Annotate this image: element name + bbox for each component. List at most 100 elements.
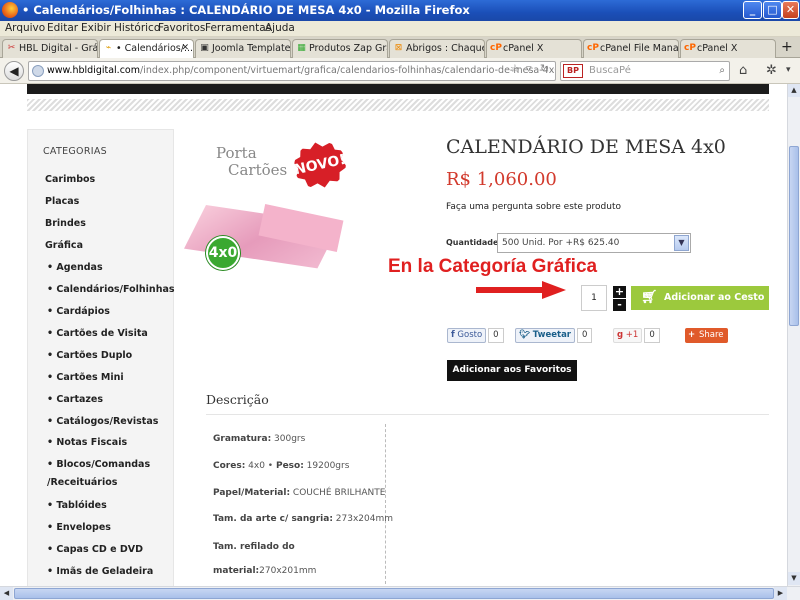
google-plus-button[interactable]: g +1 — [613, 328, 643, 343]
category-brindes[interactable]: Brindes — [45, 218, 86, 229]
tab-calendarios[interactable]: ⌁ • Calendários/... ✕ — [99, 39, 194, 59]
quantity-select[interactable]: 500 Unid. Por +R$ 625.40 ▼ — [497, 233, 691, 253]
subcategory-cartoes-mini[interactable]: • Cartões Mini — [47, 372, 124, 383]
category-grafica[interactable]: Gráfica — [45, 240, 83, 251]
close-tab-icon[interactable]: ✕ — [181, 40, 189, 57]
chevron-down-icon[interactable]: ▼ — [674, 235, 689, 251]
url-bar[interactable]: www.hbldigital.com/index.php/component/v… — [28, 61, 556, 81]
facebook-like-button[interactable]: f Gosto — [447, 328, 487, 343]
add-to-favorites-button[interactable]: Adicionar aos Favoritos — [447, 360, 577, 381]
quantity-minus-button[interactable]: - — [613, 299, 626, 311]
minimize-button[interactable]: _ — [743, 1, 762, 19]
subcategory-cardapios[interactable]: • Cardápios — [47, 306, 110, 317]
new-tab-button[interactable]: + — [781, 39, 793, 55]
quantity-plus-button[interactable]: + — [613, 286, 626, 298]
bookmark-star-icon[interactable]: ☆ — [510, 62, 520, 75]
subcategory-blocos-cont[interactable]: /Receituários — [47, 477, 117, 488]
tab-label: cPanel X — [697, 43, 738, 54]
subcategory-calendarios[interactable]: • Calendários/Folhinhas — [47, 284, 175, 295]
tab-abrigos[interactable]: ⊠ Abrigos : Chaquet... — [389, 39, 485, 58]
quantity-selected-value: 500 Unid. Por +R$ 625.40 — [502, 238, 620, 248]
hbl-icon: ✂ — [7, 43, 16, 53]
subcategory-capas-cd[interactable]: • Capas CD e DVD — [47, 544, 143, 555]
facebook-like-label: Gosto — [457, 330, 483, 340]
search-input[interactable]: BP BuscaPé ⌕ — [560, 61, 730, 81]
firefox-icon — [2, 2, 18, 18]
product-image[interactable]: Porta Cartões NOVO! 4x0 — [184, 137, 350, 270]
subcategory-cartoes-duplo[interactable]: • Cartões Duplo — [47, 350, 132, 361]
google-plus-one[interactable]: g +1 0 — [613, 328, 660, 343]
tweet[interactable]: 🐦︎ Tweetar 0 — [515, 328, 593, 343]
search-engine-icon[interactable]: BP — [563, 64, 583, 78]
search-icon[interactable]: ⌕ — [719, 62, 725, 80]
menu-ajuda[interactable]: Ajuda — [265, 22, 295, 34]
ask-question-link[interactable]: Faça uma pergunta sobre este produto — [446, 202, 621, 212]
menu-editar[interactable]: Editar — [47, 22, 78, 34]
category-carimbos[interactable]: Carimbos — [45, 174, 95, 185]
tab-cpanel-1[interactable]: cP cPanel X — [486, 39, 582, 58]
scroll-left-button[interactable]: ◀ — [0, 587, 13, 600]
tweet-button[interactable]: 🐦︎ Tweetar — [515, 328, 576, 343]
quantity-input[interactable]: 1 — [581, 285, 607, 311]
subcategory-cartazes[interactable]: • Cartazes — [47, 394, 103, 405]
tab-cpanel-file-manager[interactable]: cP cPanel File Manag... — [583, 39, 679, 58]
close-window-button[interactable]: ✕ — [782, 1, 799, 19]
description-box: Gramatura: 300grs Cores: 4x0 • Peso: 192… — [206, 424, 393, 586]
horizontal-scrollbar[interactable]: ◀ ▶ — [0, 586, 800, 600]
categories-title: CATEGORIAS — [43, 146, 107, 157]
tab-joomla[interactable]: ▣ Joomla Templates ... — [195, 39, 291, 58]
new-badge: NOVO! — [290, 137, 350, 193]
product-title: CALENDÁRIO DE MESA 4x0 — [446, 136, 726, 158]
search-placeholder: BuscaPé — [589, 65, 631, 76]
google-plus-label: +1 — [625, 330, 639, 340]
facebook-like[interactable]: f Gosto 0 — [447, 328, 504, 343]
zap-icon: ▦ — [297, 43, 306, 53]
product-image-caption: Porta Cartões — [216, 145, 287, 179]
tab-cpanel-2[interactable]: cP cPanel X — [680, 39, 776, 58]
description-line: Gramatura: 300grs — [213, 434, 306, 444]
page-content: CATEGORIAS Carimbos Placas Brindes Gráfi… — [0, 84, 787, 586]
subcategory-imas[interactable]: • Imãs de Geladeira — [47, 566, 153, 577]
subcategory-blocos[interactable]: • Blocos/Comandas — [47, 459, 150, 470]
subcategory-notas-fiscais[interactable]: • Notas Fiscais — [47, 437, 127, 448]
scroll-down-button[interactable]: ▼ — [788, 572, 800, 585]
maximize-button[interactable]: □ — [763, 1, 782, 19]
subcategory-cartoes-visita[interactable]: • Cartões de Visita — [47, 328, 148, 339]
back-button[interactable]: ◀ — [4, 61, 24, 81]
menu-arrow-icon[interactable]: ▾ — [786, 65, 791, 75]
vertical-scroll-thumb[interactable] — [789, 146, 799, 326]
tab-produtos-zap[interactable]: ▦ Produtos Zap Gráf... — [292, 39, 388, 58]
menu-bar: Arquivo Editar Exibir Histórico Favorito… — [0, 21, 800, 37]
image-text-cartoes: Cartões — [228, 161, 288, 179]
category-placas[interactable]: Placas — [45, 196, 79, 207]
subcategory-catalogos[interactable]: • Catálogos/Revistas — [47, 416, 158, 427]
tab-hbl-digital[interactable]: ✂ HBL Digital - Gráfic... — [2, 39, 98, 58]
horizontal-scroll-thumb[interactable] — [14, 588, 774, 599]
subcategory-envelopes[interactable]: • Envelopes — [47, 522, 111, 533]
joomla-icon: ▣ — [200, 43, 209, 53]
menu-historico[interactable]: Histórico — [114, 22, 160, 34]
tab-bar: ✂ HBL Digital - Gráfic... ⌁ • Calendário… — [0, 37, 800, 59]
google-plus-count: 0 — [644, 328, 660, 343]
annotation-arrow — [476, 281, 566, 299]
menu-exibir[interactable]: Exibir — [81, 22, 111, 34]
home-icon[interactable]: ⌂ — [739, 63, 747, 78]
subcategory-agendas[interactable]: • Agendas — [47, 262, 103, 273]
menu-favoritos[interactable]: Favoritos — [158, 22, 205, 34]
description-line: material:270x201mm — [213, 566, 317, 576]
share-button[interactable]: Share — [685, 328, 728, 343]
reload-icon[interactable]: ↻ — [540, 62, 549, 75]
facebook-like-count: 0 — [488, 328, 504, 343]
window-titlebar: • Calendários/Folhinhas : CALENDÁRIO DE … — [0, 0, 800, 21]
add-to-cart-button[interactable]: 🛒︎ Adicionar ao Cesto — [631, 286, 769, 310]
menu-arquivo[interactable]: Arquivo — [5, 22, 45, 34]
vertical-scrollbar[interactable]: ▲ ▼ — [787, 84, 800, 586]
scroll-up-button[interactable]: ▲ — [788, 84, 800, 97]
subcategory-tabloides[interactable]: • Tablóides — [47, 500, 107, 511]
scroll-right-button[interactable]: ▶ — [774, 587, 787, 600]
globe-icon — [32, 65, 44, 77]
addons-icon[interactable]: ✲ — [766, 63, 777, 78]
dropdown-arrow-icon[interactable]: ▿ — [526, 62, 532, 75]
menu-ferramentas[interactable]: Ferramentas — [205, 22, 271, 34]
decorative-divider — [27, 99, 769, 111]
